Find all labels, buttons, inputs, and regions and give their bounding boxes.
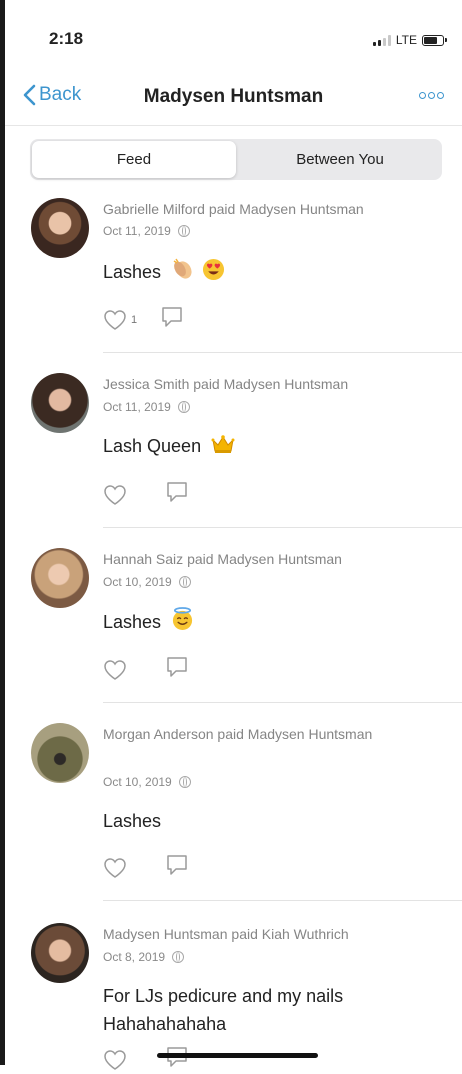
date-row: Oct 11, 2019 — [103, 400, 190, 414]
globe-icon — [178, 576, 191, 588]
transaction-text: Jessica Smith paid Madysen Huntsman — [103, 373, 446, 395]
comment-button[interactable] — [165, 655, 189, 684]
payment-note: Lashes — [103, 607, 444, 639]
list-item[interactable]: Madysen Huntsman paid Kiah Wuthrich Oct … — [5, 901, 462, 1070]
network-label: LTE — [395, 33, 417, 47]
paid-word: paid — [187, 551, 214, 567]
transaction-text: Morgan Anderson paid Madysen Huntsman — [103, 723, 446, 745]
status-indicators: LTE — [372, 33, 447, 47]
transaction-date: Oct 8, 2019 — [103, 950, 166, 964]
transaction-text: Madysen Huntsman paid Kiah Wuthrich — [103, 923, 446, 945]
note-text: Lash Queen — [103, 436, 202, 456]
page-title: Madysen Huntsman — [143, 86, 324, 107]
payee-name[interactable]: Madysen Huntsman — [224, 376, 349, 392]
nav-bar: Back Madysen Huntsman — [5, 78, 462, 120]
avatar[interactable] — [31, 923, 89, 983]
like-button[interactable]: 1 — [103, 309, 137, 331]
list-item[interactable]: Morgan Anderson paid Madysen Huntsman Oc… — [5, 703, 462, 901]
paid-word: paid — [231, 926, 258, 942]
payer-name[interactable]: Morgan Anderson — [103, 726, 214, 742]
payment-note: Lash Queen — [103, 432, 444, 463]
payee-name[interactable]: Madysen Huntsman — [239, 201, 364, 217]
paid-word: paid — [217, 726, 244, 742]
transaction-date: Oct 11, 2019 — [103, 400, 171, 414]
note-text: For LJs pedicure and my nails Hahahahaha… — [103, 986, 344, 1034]
payer-name[interactable]: Gabrielle Milford — [103, 201, 205, 217]
date-row: Oct 8, 2019 — [103, 950, 185, 964]
note-text: Lashes — [103, 612, 162, 632]
date-row: Oct 11, 2019 — [103, 224, 190, 238]
payer-name[interactable]: Madysen Huntsman — [103, 926, 228, 942]
heart-icon — [104, 659, 126, 680]
heart-eyes-icon — [202, 258, 225, 289]
comment-button[interactable] — [165, 1045, 189, 1074]
transaction-text: Hannah Saiz paid Madysen Huntsman — [103, 548, 446, 570]
globe-icon — [177, 401, 190, 413]
avatar[interactable] — [31, 723, 89, 783]
paid-word: paid — [208, 201, 236, 217]
transaction-date: Oct 11, 2019 — [103, 224, 171, 238]
comment-icon — [167, 657, 187, 677]
comment-button[interactable] — [165, 853, 189, 882]
status-bar: 2:18 LTE — [5, 0, 462, 80]
comment-button[interactable] — [160, 305, 184, 334]
avatar[interactable] — [31, 548, 89, 608]
date-row: Oct 10, 2019 — [103, 575, 191, 589]
transaction-date: Oct 10, 2019 — [103, 575, 172, 589]
segmented-control: Feed Between You — [30, 139, 442, 180]
payee-name[interactable]: Madysen Huntsman — [217, 551, 342, 567]
globe-icon — [177, 225, 190, 237]
payee-name[interactable]: Kiah Wuthrich — [262, 926, 349, 942]
note-text: Lashes — [103, 262, 162, 282]
transaction-date: Oct 10, 2019 — [103, 775, 172, 789]
payment-note: Lashes — [103, 257, 444, 289]
list-item[interactable]: Hannah Saiz paid Madysen Huntsman Oct 10… — [5, 528, 462, 703]
comment-icon — [167, 855, 187, 875]
clap-icon — [171, 257, 195, 289]
avatar[interactable] — [31, 198, 89, 258]
heart-icon — [104, 484, 126, 505]
payee-name[interactable]: Madysen Huntsman — [248, 726, 373, 742]
divider — [5, 125, 462, 126]
transaction-text: Gabrielle Milford paid Madysen Huntsman — [103, 198, 446, 220]
comment-button[interactable] — [165, 480, 189, 509]
comment-icon — [167, 482, 187, 502]
payer-name[interactable]: Jessica Smith — [103, 376, 189, 392]
like-button[interactable] — [103, 659, 131, 681]
status-time: 2:18 — [49, 29, 84, 48]
actions-row — [103, 1045, 189, 1074]
avatar[interactable] — [31, 373, 89, 433]
heart-icon — [104, 1049, 126, 1070]
comment-icon — [162, 307, 182, 327]
note-text: Lashes — [103, 811, 162, 831]
actions-row: 1 — [103, 305, 184, 334]
list-item[interactable]: Gabrielle Milford paid Madysen Huntsman … — [5, 185, 462, 353]
heart-icon — [104, 857, 126, 878]
actions-row — [103, 480, 189, 509]
tab-between-you[interactable]: Between You — [238, 139, 442, 180]
payment-note: For LJs pedicure and my nails Hahahahaha… — [103, 982, 444, 1038]
halo-face-icon — [171, 607, 194, 639]
payment-note: Lashes — [103, 807, 444, 835]
payer-name[interactable]: Hannah Saiz — [103, 551, 183, 567]
signal-icon — [372, 34, 391, 46]
like-count: 1 — [131, 313, 138, 326]
tab-feed[interactable]: Feed — [32, 141, 236, 178]
battery-icon — [422, 34, 447, 46]
paid-word: paid — [193, 376, 220, 392]
globe-icon — [178, 776, 191, 788]
actions-row — [103, 853, 189, 882]
like-button[interactable] — [103, 857, 131, 879]
date-row: Oct 10, 2019 — [103, 775, 191, 789]
crown-icon — [211, 433, 235, 463]
home-indicator[interactable] — [157, 1053, 318, 1058]
like-button[interactable] — [103, 484, 131, 506]
list-item[interactable]: Jessica Smith paid Madysen Huntsman Oct … — [5, 353, 462, 528]
heart-icon — [104, 309, 126, 330]
actions-row — [103, 655, 189, 684]
globe-icon — [172, 951, 185, 963]
like-button[interactable] — [103, 1049, 131, 1071]
more-options-icon[interactable] — [419, 92, 444, 99]
